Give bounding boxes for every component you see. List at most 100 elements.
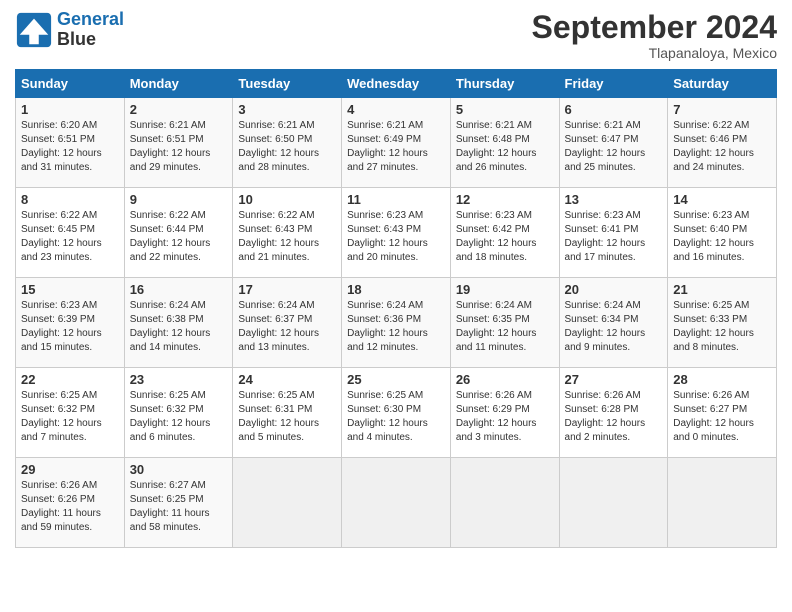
day-info: Sunrise: 6:23 AM Sunset: 6:43 PM Dayligh… (347, 209, 445, 265)
day-info: Sunrise: 6:26 AM Sunset: 6:26 PM Dayligh… (21, 479, 119, 535)
day-info: Sunrise: 6:22 AM Sunset: 6:46 PM Dayligh… (673, 119, 771, 175)
calendar-cell (559, 458, 668, 548)
calendar-cell: 29Sunrise: 6:26 AM Sunset: 6:26 PM Dayli… (16, 458, 125, 548)
calendar-cell: 28 Sunrise: 6:26 AM Sunset: 6:27 PM Dayli… (668, 368, 777, 458)
calendar-cell: 16 Sunrise: 6:24 AM Sunset: 6:38 PM Dayli… (124, 278, 233, 368)
day-info: Sunrise: 6:23 AM Sunset: 6:40 PM Dayligh… (673, 209, 771, 265)
calendar-row: 15Sunrise: 6:23 AM Sunset: 6:39 PM Dayli… (16, 278, 777, 368)
day-number: 20 (565, 282, 663, 297)
location-subtitle: Tlapanaloya, Mexico (532, 45, 777, 61)
title-area: September 2024 Tlapanaloya, Mexico (532, 10, 777, 61)
day-number: 7 (673, 102, 771, 117)
day-number: 2 (130, 102, 228, 117)
day-info: Sunrise: 6:25 AM Sunset: 6:32 PM Dayligh… (130, 389, 228, 445)
calendar-cell: 9Sunrise: 6:22 AM Sunset: 6:44 PM Daylig… (124, 188, 233, 278)
day-info: Sunrise: 6:20 AM Sunset: 6:51 PM Dayligh… (21, 119, 119, 175)
day-number: 1 (21, 102, 119, 117)
day-number: 27 (565, 372, 663, 387)
day-info: Sunrise: 6:23 AM Sunset: 6:42 PM Dayligh… (456, 209, 554, 265)
day-number: 23 (130, 372, 228, 387)
day-info: Sunrise: 6:22 AM Sunset: 6:43 PM Dayligh… (238, 209, 336, 265)
day-info: Sunrise: 6:25 AM Sunset: 6:30 PM Dayligh… (347, 389, 445, 445)
day-number: 16 (130, 282, 228, 297)
calendar-cell: 22 Sunrise: 6:25 AM Sunset: 6:32 PM Dayli… (16, 368, 125, 458)
day-number: 24 (238, 372, 336, 387)
day-number: 19 (456, 282, 554, 297)
calendar-cell: 3Sunrise: 6:21 AM Sunset: 6:50 PM Daylig… (233, 98, 342, 188)
calendar-cell: 13 Sunrise: 6:23 AM Sunset: 6:41 PM Dayli… (559, 188, 668, 278)
day-number: 21 (673, 282, 771, 297)
day-info: Sunrise: 6:23 AM Sunset: 6:39 PM Dayligh… (21, 299, 119, 355)
day-info: Sunrise: 6:24 AM Sunset: 6:34 PM Dayligh… (565, 299, 663, 355)
day-number: 22 (21, 372, 119, 387)
calendar-cell: 27 Sunrise: 6:26 AM Sunset: 6:28 PM Dayli… (559, 368, 668, 458)
day-number: 25 (347, 372, 445, 387)
day-number: 12 (456, 192, 554, 207)
calendar-cell (668, 458, 777, 548)
header-friday: Friday (559, 70, 668, 98)
day-info: Sunrise: 6:21 AM Sunset: 6:48 PM Dayligh… (456, 119, 554, 175)
calendar-cell: 8Sunrise: 6:22 AM Sunset: 6:45 PM Daylig… (16, 188, 125, 278)
calendar-cell: 10 Sunrise: 6:22 AM Sunset: 6:43 PM Dayli… (233, 188, 342, 278)
calendar-cell: 21Sunrise: 6:25 AM Sunset: 6:33 PM Dayli… (668, 278, 777, 368)
day-number: 30 (130, 462, 228, 477)
header-saturday: Saturday (668, 70, 777, 98)
calendar-cell (342, 458, 451, 548)
day-number: 26 (456, 372, 554, 387)
day-info: Sunrise: 6:24 AM Sunset: 6:35 PM Dayligh… (456, 299, 554, 355)
day-info: Sunrise: 6:25 AM Sunset: 6:32 PM Dayligh… (21, 389, 119, 445)
calendar-cell: 17Sunrise: 6:24 AM Sunset: 6:37 PM Dayli… (233, 278, 342, 368)
calendar-cell: 12 Sunrise: 6:23 AM Sunset: 6:42 PM Dayli… (450, 188, 559, 278)
day-number: 11 (347, 192, 445, 207)
header-sunday: Sunday (16, 70, 125, 98)
day-number: 9 (130, 192, 228, 207)
calendar-row: 8Sunrise: 6:22 AM Sunset: 6:45 PM Daylig… (16, 188, 777, 278)
calendar-body: 1 Sunrise: 6:20 AM Sunset: 6:51 PM Daylig… (16, 98, 777, 548)
calendar-cell: 25 Sunrise: 6:25 AM Sunset: 6:30 PM Dayli… (342, 368, 451, 458)
calendar-cell: 20 Sunrise: 6:24 AM Sunset: 6:34 PM Dayli… (559, 278, 668, 368)
day-number: 17 (238, 282, 336, 297)
calendar-row: 29Sunrise: 6:26 AM Sunset: 6:26 PM Dayli… (16, 458, 777, 548)
day-info: Sunrise: 6:25 AM Sunset: 6:31 PM Dayligh… (238, 389, 336, 445)
day-number: 4 (347, 102, 445, 117)
calendar-cell: 23 Sunrise: 6:25 AM Sunset: 6:32 PM Dayli… (124, 368, 233, 458)
calendar-cell (233, 458, 342, 548)
day-number: 13 (565, 192, 663, 207)
logo-line1: General (57, 9, 124, 29)
calendar-cell: 18Sunrise: 6:24 AM Sunset: 6:36 PM Dayli… (342, 278, 451, 368)
day-info: Sunrise: 6:23 AM Sunset: 6:41 PM Dayligh… (565, 209, 663, 265)
day-info: Sunrise: 6:26 AM Sunset: 6:29 PM Dayligh… (456, 389, 554, 445)
calendar-cell: 6Sunrise: 6:21 AM Sunset: 6:47 PM Daylig… (559, 98, 668, 188)
calendar-cell: 15Sunrise: 6:23 AM Sunset: 6:39 PM Dayli… (16, 278, 125, 368)
day-info: Sunrise: 6:21 AM Sunset: 6:50 PM Dayligh… (238, 119, 336, 175)
day-info: Sunrise: 6:26 AM Sunset: 6:27 PM Dayligh… (673, 389, 771, 445)
calendar-cell: 7 Sunrise: 6:22 AM Sunset: 6:46 PM Daylig… (668, 98, 777, 188)
day-info: Sunrise: 6:26 AM Sunset: 6:28 PM Dayligh… (565, 389, 663, 445)
day-info: Sunrise: 6:21 AM Sunset: 6:49 PM Dayligh… (347, 119, 445, 175)
month-title: September 2024 (532, 10, 777, 45)
header-wednesday: Wednesday (342, 70, 451, 98)
calendar-cell: 11 Sunrise: 6:23 AM Sunset: 6:43 PM Dayli… (342, 188, 451, 278)
calendar-cell: 4 Sunrise: 6:21 AM Sunset: 6:49 PM Daylig… (342, 98, 451, 188)
day-number: 18 (347, 282, 445, 297)
day-number: 10 (238, 192, 336, 207)
day-info: Sunrise: 6:21 AM Sunset: 6:51 PM Dayligh… (130, 119, 228, 175)
calendar-cell: 14Sunrise: 6:23 AM Sunset: 6:40 PM Dayli… (668, 188, 777, 278)
day-number: 5 (456, 102, 554, 117)
calendar-cell: 26 Sunrise: 6:26 AM Sunset: 6:29 PM Dayli… (450, 368, 559, 458)
day-number: 28 (673, 372, 771, 387)
calendar-row: 22 Sunrise: 6:25 AM Sunset: 6:32 PM Dayli… (16, 368, 777, 458)
header-monday: Monday (124, 70, 233, 98)
calendar-cell: 1 Sunrise: 6:20 AM Sunset: 6:51 PM Daylig… (16, 98, 125, 188)
logo-text: General Blue (57, 10, 124, 50)
calendar-table: SundayMondayTuesdayWednesdayThursdayFrid… (15, 69, 777, 548)
day-info: Sunrise: 6:22 AM Sunset: 6:45 PM Dayligh… (21, 209, 119, 265)
day-info: Sunrise: 6:27 AM Sunset: 6:25 PM Dayligh… (130, 479, 228, 535)
calendar-cell (450, 458, 559, 548)
logo-line2: Blue (57, 30, 124, 50)
day-info: Sunrise: 6:21 AM Sunset: 6:47 PM Dayligh… (565, 119, 663, 175)
calendar-cell: 24 Sunrise: 6:25 AM Sunset: 6:31 PM Dayli… (233, 368, 342, 458)
calendar-cell: 5 Sunrise: 6:21 AM Sunset: 6:48 PM Daylig… (450, 98, 559, 188)
page-header: General Blue September 2024 Tlapanaloya,… (15, 10, 777, 61)
day-info: Sunrise: 6:24 AM Sunset: 6:38 PM Dayligh… (130, 299, 228, 355)
